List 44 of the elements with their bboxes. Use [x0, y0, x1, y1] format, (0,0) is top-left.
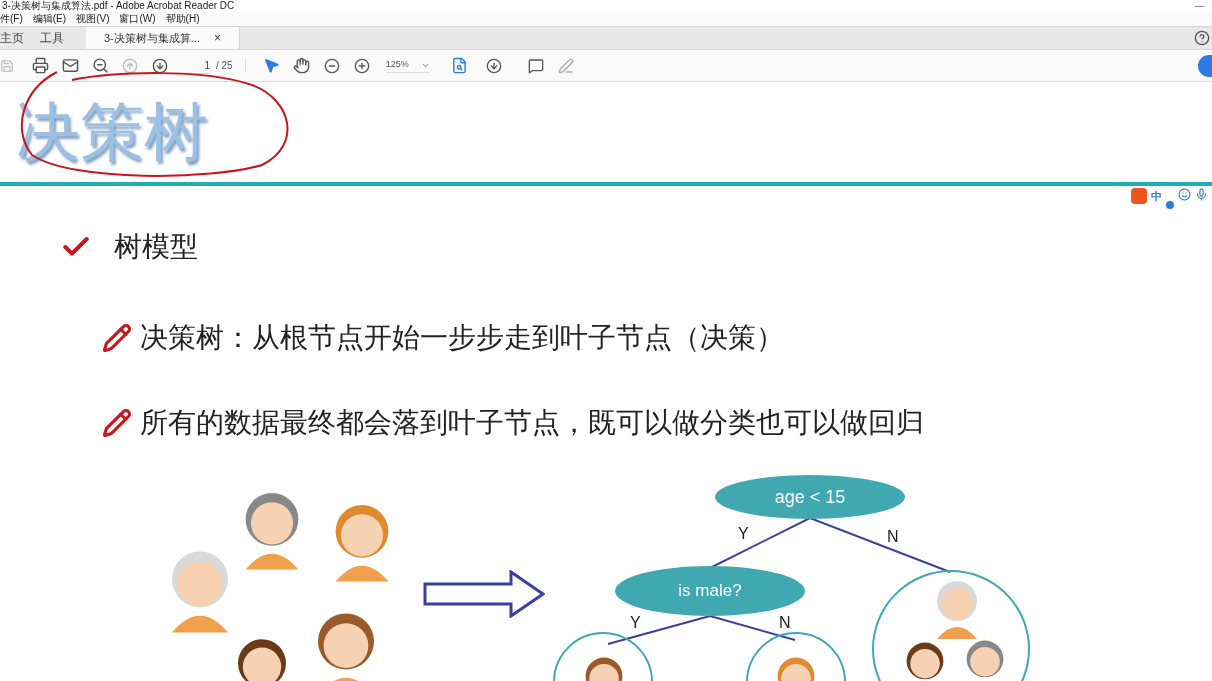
help-icon[interactable] — [1194, 30, 1210, 46]
pencil-icon — [102, 408, 132, 438]
zoom-in-icon[interactable] — [353, 57, 370, 74]
menu-item[interactable]: 窗口(W) — [119, 14, 156, 24]
bullet-text: 所有的数据最终都会落到叶子节点，既可以做分类也可以做回归 — [140, 406, 924, 440]
page-total: / 25 — [216, 58, 246, 73]
right-arrow-icon — [423, 570, 545, 618]
tab[interactable]: 工具 — [32, 27, 72, 49]
hand-icon[interactable] — [293, 57, 311, 74]
emoji-icon[interactable] — [1178, 188, 1191, 201]
zoom-dropdown[interactable]: 125% — [385, 58, 430, 73]
punctuation-icon[interactable] — [1166, 201, 1174, 209]
menu-item[interactable]: 帮助(H) — [165, 14, 200, 24]
tree-node: age < 15 — [715, 475, 905, 519]
edge-label: N — [779, 613, 791, 633]
menu-item[interactable]: 视图(V) — [76, 14, 110, 24]
tab[interactable]: 3-决策树与集成算... × — [86, 27, 240, 49]
side-panel-button[interactable] — [1198, 54, 1212, 77]
download-icon[interactable] — [485, 57, 502, 74]
previous-page-icon[interactable] — [122, 57, 138, 74]
print-icon[interactable] — [31, 57, 49, 74]
microphone-icon[interactable] — [1195, 188, 1208, 201]
next-page-icon[interactable] — [152, 57, 168, 74]
window-title: 3-决策树与集成算法.pdf - Adobe Acrobat Reader DC — [2, 1, 235, 11]
page-fit-icon[interactable] — [451, 57, 469, 74]
menu-item[interactable]: 编辑(E) — [32, 14, 67, 24]
edge-label: Y — [630, 613, 641, 633]
bullet-text: 决策树：从根节点开始一步步走到叶子节点（决策） — [140, 321, 784, 355]
mail-icon[interactable] — [61, 57, 79, 74]
ime-mode-label[interactable]: 中 — [1151, 188, 1162, 205]
zoom-out-button-icon[interactable] — [323, 57, 340, 74]
comment-icon[interactable] — [527, 57, 544, 74]
pencil-icon — [102, 323, 132, 353]
tree-node: is male? — [615, 566, 805, 616]
edge-label: Y — [738, 524, 749, 544]
edge-label: N — [887, 527, 899, 547]
minimize-button[interactable]: — — [1195, 1, 1210, 11]
zoom-out-icon[interactable] — [91, 57, 109, 74]
menu-item[interactable]: 件(F) — [0, 14, 23, 24]
section-heading: 树模型 — [114, 230, 198, 264]
close-tab-button[interactable]: × — [213, 29, 221, 47]
tab[interactable]: 主页 — [0, 27, 32, 49]
select-pointer-icon[interactable] — [263, 57, 281, 74]
page-number-field[interactable]: 1 — [186, 57, 210, 74]
